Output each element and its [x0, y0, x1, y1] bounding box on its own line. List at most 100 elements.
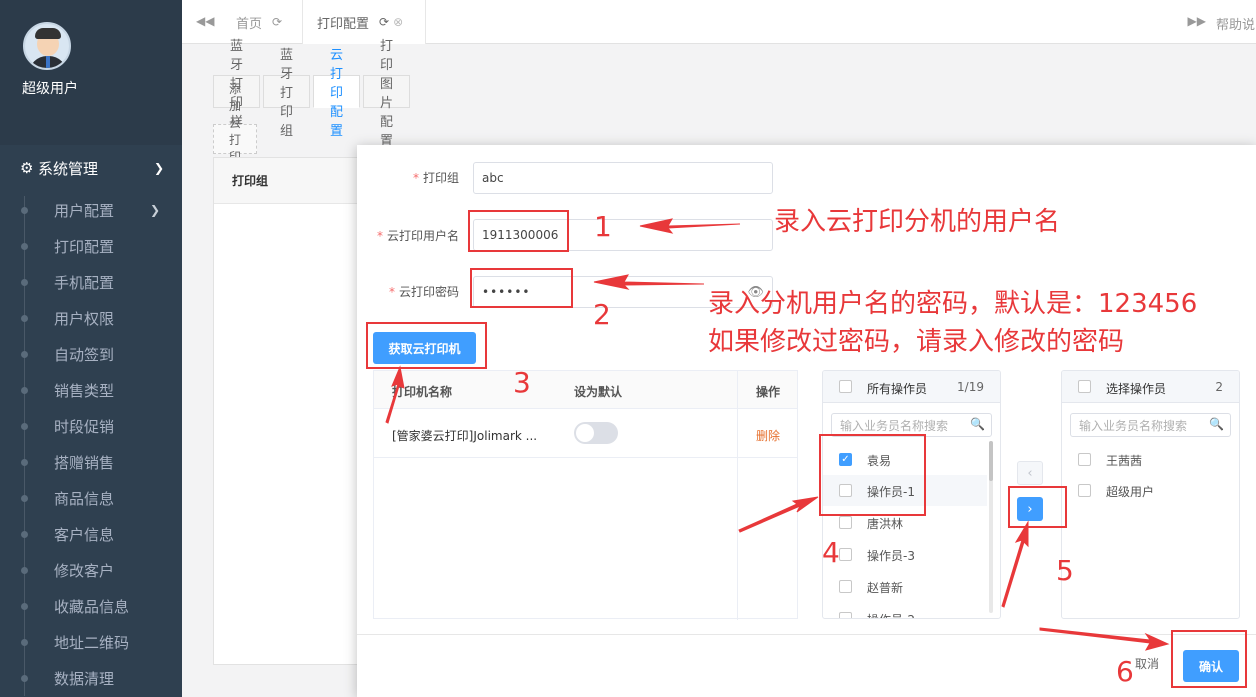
col-action: 操作 — [756, 385, 781, 399]
annotation-text-password-2: 如果修改过密码，请录入修改的密码 — [708, 327, 1125, 357]
scroll-right-icon[interactable]: ▶▶ — [1188, 14, 1206, 28]
annotation-box-password — [470, 268, 573, 308]
sidebar-item-label: 收藏品信息 — [54, 597, 130, 616]
sidebar-item-label: 数据清理 — [54, 669, 115, 688]
operator-search-input[interactable]: 输入业务员名称搜索 🔍 — [1070, 413, 1231, 437]
subtab-print-image[interactable]: 打印图片配置 — [363, 39, 411, 149]
selected-operators-panel: 选择操作员 2 输入业务员名称搜索 🔍 王茜茜 超级用户 — [1061, 370, 1240, 619]
sidebar-item-gift-sales[interactable]: 搭赠销售 — [0, 444, 182, 480]
bullet-icon — [21, 495, 28, 502]
scrollbar[interactable] — [989, 441, 993, 613]
sidebar-item-label: 自动签到 — [54, 345, 115, 364]
subtab-bt-group[interactable]: 蓝牙打印组 — [263, 48, 311, 139]
bullet-icon — [21, 315, 28, 322]
bullet-icon — [21, 459, 28, 466]
sidebar-item-auto-checkin[interactable]: 自动签到 — [0, 336, 182, 372]
checkbox[interactable] — [1078, 484, 1091, 497]
table-header-print-group: 打印组 — [214, 158, 372, 204]
checkbox[interactable] — [839, 612, 852, 618]
username[interactable]: 超级用户 — [22, 78, 78, 98]
sidebar-item-data-cleanup[interactable]: 数据清理 — [0, 660, 182, 696]
cancel-button[interactable]: 取消 — [1135, 655, 1159, 672]
annotation-text-password-1: 录入分机用户名的密码，默认是：123456 — [708, 289, 1198, 319]
bullet-icon — [21, 675, 28, 682]
annotation-number: 5 — [1056, 554, 1074, 587]
all-operators-header: 所有操作员 1/19 — [823, 371, 1000, 403]
sidebar-item-edit-customer[interactable]: 修改客户 — [0, 552, 182, 588]
checkbox[interactable] — [839, 548, 852, 561]
default-toggle[interactable] — [574, 422, 618, 444]
annotation-box-get-printer — [366, 322, 487, 369]
sidebar-item-customer-info[interactable]: 客户信息 — [0, 516, 182, 552]
add-cloud-user-button[interactable]: 添加云打印用户 — [213, 82, 258, 198]
bullet-icon — [21, 639, 28, 646]
bullet-icon — [21, 603, 28, 610]
sidebar-item-label: 销售类型 — [54, 381, 115, 400]
close-icon[interactable]: ⊗ — [393, 15, 403, 29]
list-item[interactable]: 超级用户 — [1062, 475, 1239, 506]
annotation-box-operators — [819, 434, 926, 516]
list-item[interactable]: 操作员-2 — [823, 603, 987, 618]
menu-section-system[interactable]: ⚙ 系统管理 ❯ — [0, 152, 182, 184]
move-left-button[interactable]: ‹ — [1017, 461, 1043, 485]
annotation-box-username — [468, 210, 569, 252]
select-all-checkbox[interactable] — [1078, 380, 1091, 393]
chevron-right-icon: ❯ — [149, 203, 160, 217]
sidebar-item-permissions[interactable]: 用户权限 — [0, 300, 182, 336]
sidebar-item-label: 地址二维码 — [54, 633, 130, 652]
select-all-checkbox[interactable] — [839, 380, 852, 393]
bullet-icon — [21, 387, 28, 394]
refresh-icon[interactable]: ⟳ — [379, 15, 389, 29]
sidebar-item-favorites[interactable]: 收藏品信息 — [0, 588, 182, 624]
sidebar-item-sales-type[interactable]: 销售类型 — [0, 372, 182, 408]
column-divider — [737, 371, 738, 620]
search-icon: 🔍 — [970, 417, 985, 431]
search-icon: 🔍 — [1209, 417, 1224, 431]
bullet-icon — [21, 243, 28, 250]
delete-link[interactable]: 删除 — [756, 427, 780, 444]
sidebar-item-address-qr[interactable]: 地址二维码 — [0, 624, 182, 660]
avatar[interactable] — [23, 22, 71, 70]
checkbox[interactable] — [839, 516, 852, 529]
sidebar-item-mobile-config[interactable]: 手机配置 — [0, 264, 182, 300]
sidebar-item-user-config[interactable]: 用户配置 ❯ — [0, 192, 182, 228]
checkbox[interactable] — [1078, 453, 1091, 466]
sidebar-item-print-config[interactable]: 打印配置 — [0, 228, 182, 264]
panel-title: 所有操作员 — [867, 382, 928, 396]
sidebar-item-label: 时段促销 — [54, 417, 115, 436]
list-item[interactable]: 操作员-3 — [823, 539, 987, 570]
annotation-box-confirm — [1171, 630, 1247, 688]
selected-operators-header: 选择操作员 2 — [1062, 371, 1239, 403]
sidebar-item-label: 搭赠销售 — [54, 453, 115, 472]
sidebar-item-label: 客户信息 — [54, 525, 115, 544]
print-group-input[interactable]: abc — [473, 162, 773, 194]
bullet-icon — [21, 351, 28, 358]
footer-divider — [357, 634, 1256, 635]
profile-panel: 超级用户 — [0, 0, 182, 145]
printer-table: 打印机名称 设为默认 操作 [管家婆云打印]Jolimark ... 删除 — [373, 370, 798, 620]
sidebar-item-product-info[interactable]: 商品信息 — [0, 480, 182, 516]
annotation-number: 6 — [1116, 655, 1134, 688]
sidebar-item-label: 商品信息 — [54, 489, 115, 508]
col-set-default: 设为默认 — [574, 385, 623, 399]
subtabs: 蓝牙打印样式 蓝牙打印组 云打印配置 打印图片配置 — [213, 39, 413, 149]
bullet-icon — [21, 207, 28, 214]
menu-section-title: 系统管理 — [38, 159, 99, 178]
checkbox[interactable] — [839, 580, 852, 593]
cloud-user-table: 打印组 — [213, 157, 373, 665]
help-link[interactable]: 帮助说明 — [1216, 14, 1256, 33]
table-row: [管家婆云打印]Jolimark ... 删除 — [374, 409, 797, 458]
bullet-icon — [21, 567, 28, 574]
refresh-icon[interactable]: ⟳ — [272, 15, 282, 29]
cloud-password-label: * 云打印密码 — [389, 285, 460, 299]
sidebar-item-label: 用户权限 — [54, 309, 115, 328]
list-item[interactable]: 赵普新 — [823, 571, 987, 602]
tab-print-config[interactable]: 打印配置 ⟳ ⊗ — [302, 0, 426, 44]
list-item[interactable]: 王茜茜 — [1062, 444, 1239, 475]
sidebar-item-time-promo[interactable]: 时段促销 — [0, 408, 182, 444]
subtab-cloud-print[interactable]: 云打印配置 — [313, 48, 361, 139]
selection-count: 1/19 — [957, 380, 984, 394]
annotation-box-move-right — [1008, 486, 1067, 528]
chevron-left-icon: ‹ — [1027, 465, 1033, 481]
scroll-left-icon[interactable]: ◀◀ — [196, 14, 214, 28]
